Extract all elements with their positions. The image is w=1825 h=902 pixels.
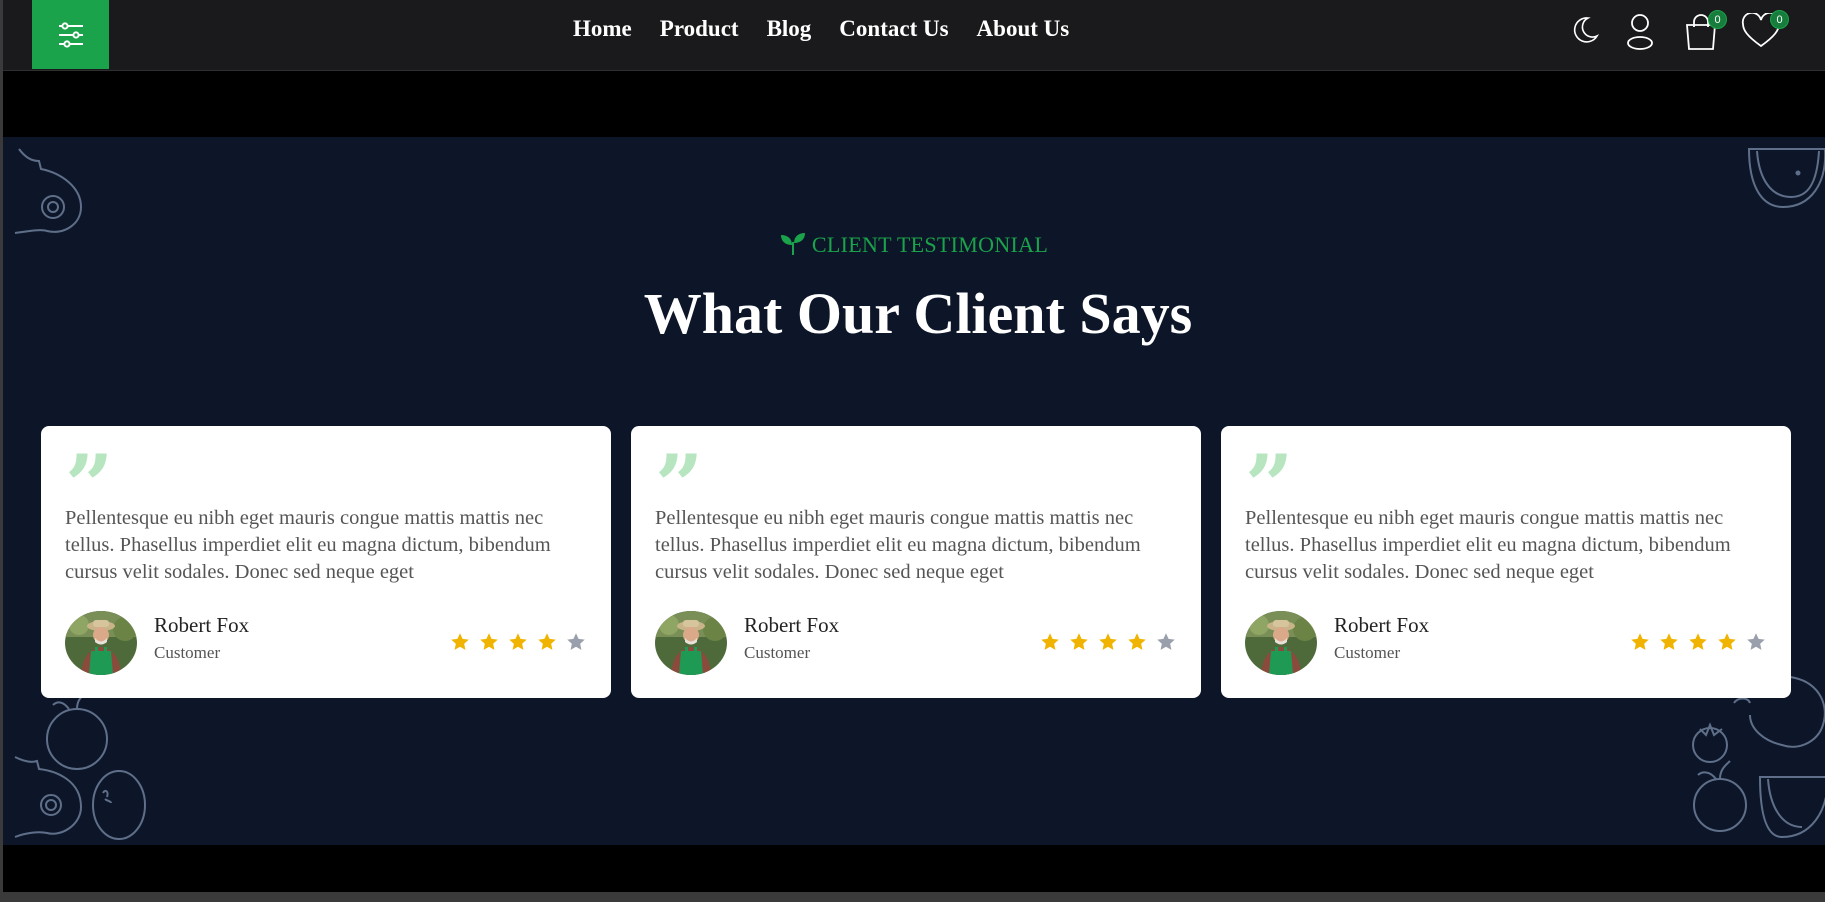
testimonial-name: Robert Fox	[1334, 613, 1430, 637]
testimonial-role: Customer	[154, 643, 221, 662]
star-filled-icon	[1041, 633, 1059, 650]
filter-menu-button[interactable]	[32, 0, 109, 69]
avatar	[65, 611, 137, 675]
testimonial-card: ” Pellentesque eu nibh eget mauris congu…	[41, 426, 611, 698]
star-filled-icon	[1128, 633, 1146, 650]
testimonial-section: CLIENT TESTIMONIAL What Our Client Says …	[3, 137, 1825, 845]
fruit-meat-decoration-icon	[14, 692, 146, 840]
cart-button[interactable]: 0	[1683, 10, 1727, 56]
testimonial-card: ” Pellentesque eu nibh eget mauris congu…	[631, 426, 1201, 698]
avatar-image	[1245, 611, 1317, 675]
wishlist-button[interactable]: 0	[1741, 10, 1789, 54]
moon-icon	[1573, 17, 1600, 43]
nav-product[interactable]: Product	[660, 16, 739, 42]
star-rating	[450, 632, 586, 652]
section-subtitle: CLIENT TESTIMONIAL	[3, 232, 1825, 258]
user-icon	[1627, 14, 1653, 50]
nav-blog[interactable]: Blog	[767, 16, 812, 42]
theme-toggle-button[interactable]	[1570, 14, 1600, 51]
sprout-icon	[780, 233, 805, 255]
star-filled-icon	[1070, 633, 1088, 650]
star-empty-icon	[567, 633, 585, 650]
quote-icon: ”	[65, 444, 114, 504]
star-filled-icon	[509, 633, 527, 650]
star-filled-icon	[1631, 633, 1649, 650]
star-filled-icon	[538, 633, 556, 650]
testimonial-name: Robert Fox	[154, 613, 250, 637]
section-subtitle-text: CLIENT TESTIMONIAL	[811, 232, 1049, 257]
testimonial-role: Customer	[744, 643, 811, 662]
star-filled-icon	[1099, 633, 1117, 650]
testimonial-list: ” Pellentesque eu nibh eget mauris congu…	[41, 426, 1791, 698]
testimonial-card: ” Pellentesque eu nibh eget mauris congu…	[1221, 426, 1791, 698]
quote-icon: ”	[1245, 444, 1294, 504]
nav-contact-us[interactable]: Contact Us	[839, 16, 948, 42]
star-filled-icon	[1689, 633, 1707, 650]
star-filled-icon	[1718, 633, 1736, 650]
star-filled-icon	[1660, 633, 1678, 650]
avatar	[655, 611, 727, 675]
avatar-image	[655, 611, 727, 675]
testimonial-name: Robert Fox	[744, 613, 840, 637]
nav-home[interactable]: Home	[573, 16, 632, 42]
testimonial-text: Pellentesque eu nibh eget mauris congue …	[655, 507, 1141, 583]
star-filled-icon	[451, 633, 469, 650]
page: Home Product Blog Contact Us About Us 0	[3, 0, 1825, 892]
nav-about-us[interactable]: About Us	[977, 16, 1070, 42]
testimonial-text: Pellentesque eu nibh eget mauris congue …	[65, 507, 551, 583]
cart-count-badge: 0	[1708, 10, 1727, 29]
avatar	[1245, 611, 1317, 675]
star-filled-icon	[480, 633, 498, 650]
filter-menu-icon	[58, 21, 83, 48]
bottom-bar	[3, 845, 1825, 892]
main-nav: Home Product Blog Contact Us About Us	[573, 16, 1097, 42]
star-empty-icon	[1157, 633, 1175, 650]
section-title: What Our Client Says	[643, 281, 1193, 346]
site-header: Home Product Blog Contact Us About Us 0	[3, 0, 1825, 71]
star-rating	[1040, 632, 1176, 652]
star-empty-icon	[1747, 633, 1765, 650]
testimonial-role: Customer	[1334, 643, 1401, 662]
star-rating	[1630, 632, 1766, 652]
avatar-image	[65, 611, 137, 675]
watermelon-decoration-icon	[1747, 148, 1825, 209]
testimonial-text: Pellentesque eu nibh eget mauris congue …	[1245, 507, 1731, 583]
quote-icon: ”	[655, 444, 704, 504]
wishlist-count-badge: 0	[1770, 10, 1789, 29]
account-button[interactable]	[1625, 13, 1655, 56]
